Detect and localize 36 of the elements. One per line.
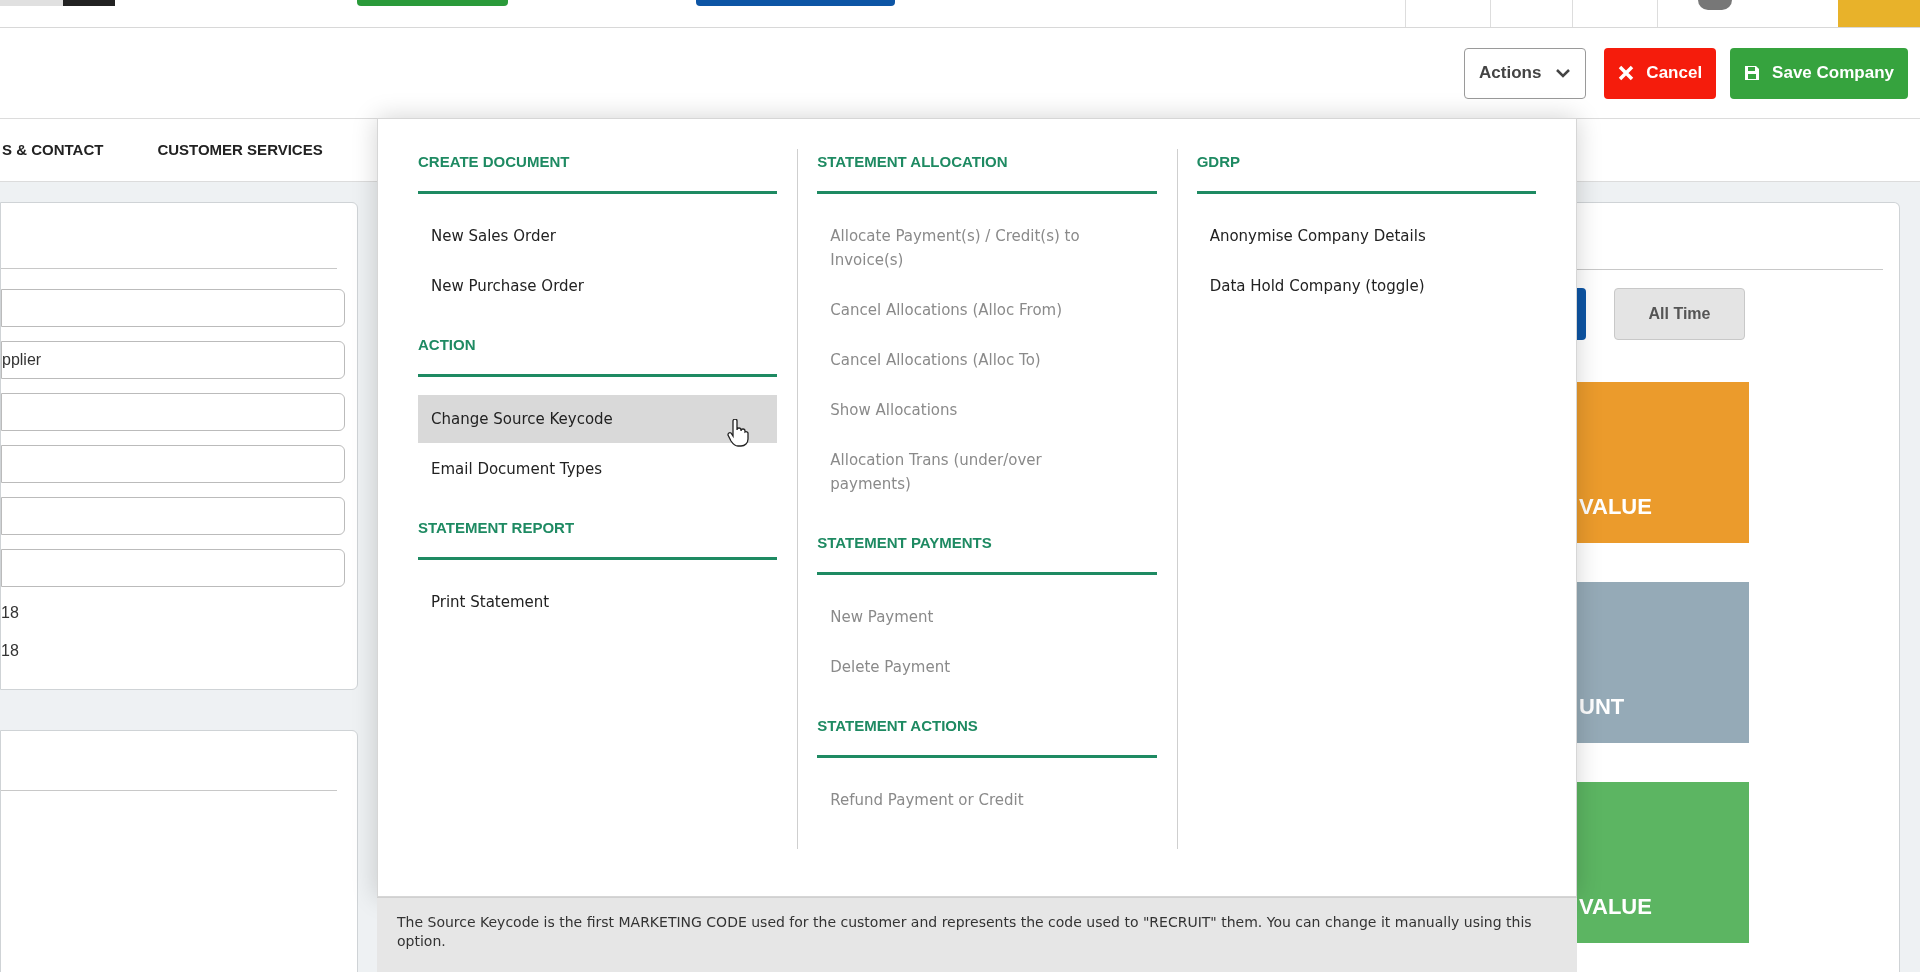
date-text: 18 — [1, 603, 19, 623]
toolbar-button[interactable] — [0, 0, 115, 6]
menu-item[interactable]: New Sales Order — [418, 212, 778, 260]
section-heading: ACTION — [418, 335, 476, 355]
hint-text: The Source Keycode is the first MARKETING CODE used for the customer and represents the code used to "RECRUIT" them. You can change it manually using this option. — [397, 913, 1533, 951]
menu-item[interactable]: New Purchase Order — [418, 262, 778, 310]
section-heading: STATEMENT ACTIONS — [817, 716, 978, 736]
tab[interactable]: CUSTOMER SERVICES — [157, 138, 323, 162]
input-field[interactable] — [1, 497, 345, 535]
tile-label: VALUE — [1578, 893, 1652, 921]
avatar-icon[interactable] — [1698, 0, 1732, 10]
tile-label: VALUE — [1578, 493, 1652, 521]
input-field[interactable]: pplier — [1, 341, 345, 379]
input-field[interactable] — [1, 393, 345, 431]
actions-button[interactable]: Actions — [1464, 47, 1587, 99]
section-heading: STATEMENT ALLOCATION — [817, 152, 1008, 172]
cancel-button[interactable]: Cancel — [1604, 47, 1717, 99]
input-field[interactable] — [1, 289, 345, 327]
date-range-button[interactable]: All Time — [1614, 287, 1745, 340]
section-heading: STATEMENT REPORT — [418, 518, 575, 538]
section-heading: GDRP — [1196, 152, 1240, 172]
chevron-down-icon — [1555, 68, 1572, 78]
date-range-button[interactable] — [1577, 287, 1586, 340]
tile-label: UNT — [1578, 693, 1625, 721]
menu-item[interactable]: Email Document Types — [418, 445, 778, 493]
close-icon — [1618, 65, 1635, 81]
menu-item[interactable]: Data Hold Company (toggle) — [1196, 262, 1536, 310]
menu-item[interactable]: Anonymise Company Details — [1196, 212, 1536, 260]
input-field[interactable] — [1, 549, 345, 587]
pointer-cursor-icon — [727, 419, 750, 447]
input-field[interactable] — [1, 445, 345, 483]
date-text: 18 — [1, 641, 19, 661]
tab[interactable]: S & CONTACT — [2, 138, 104, 162]
menu-item[interactable]: Print Statement — [418, 578, 778, 626]
section-heading: STATEMENT PAYMENTS — [817, 533, 992, 553]
section-heading: CREATE DOCUMENT — [418, 152, 570, 172]
